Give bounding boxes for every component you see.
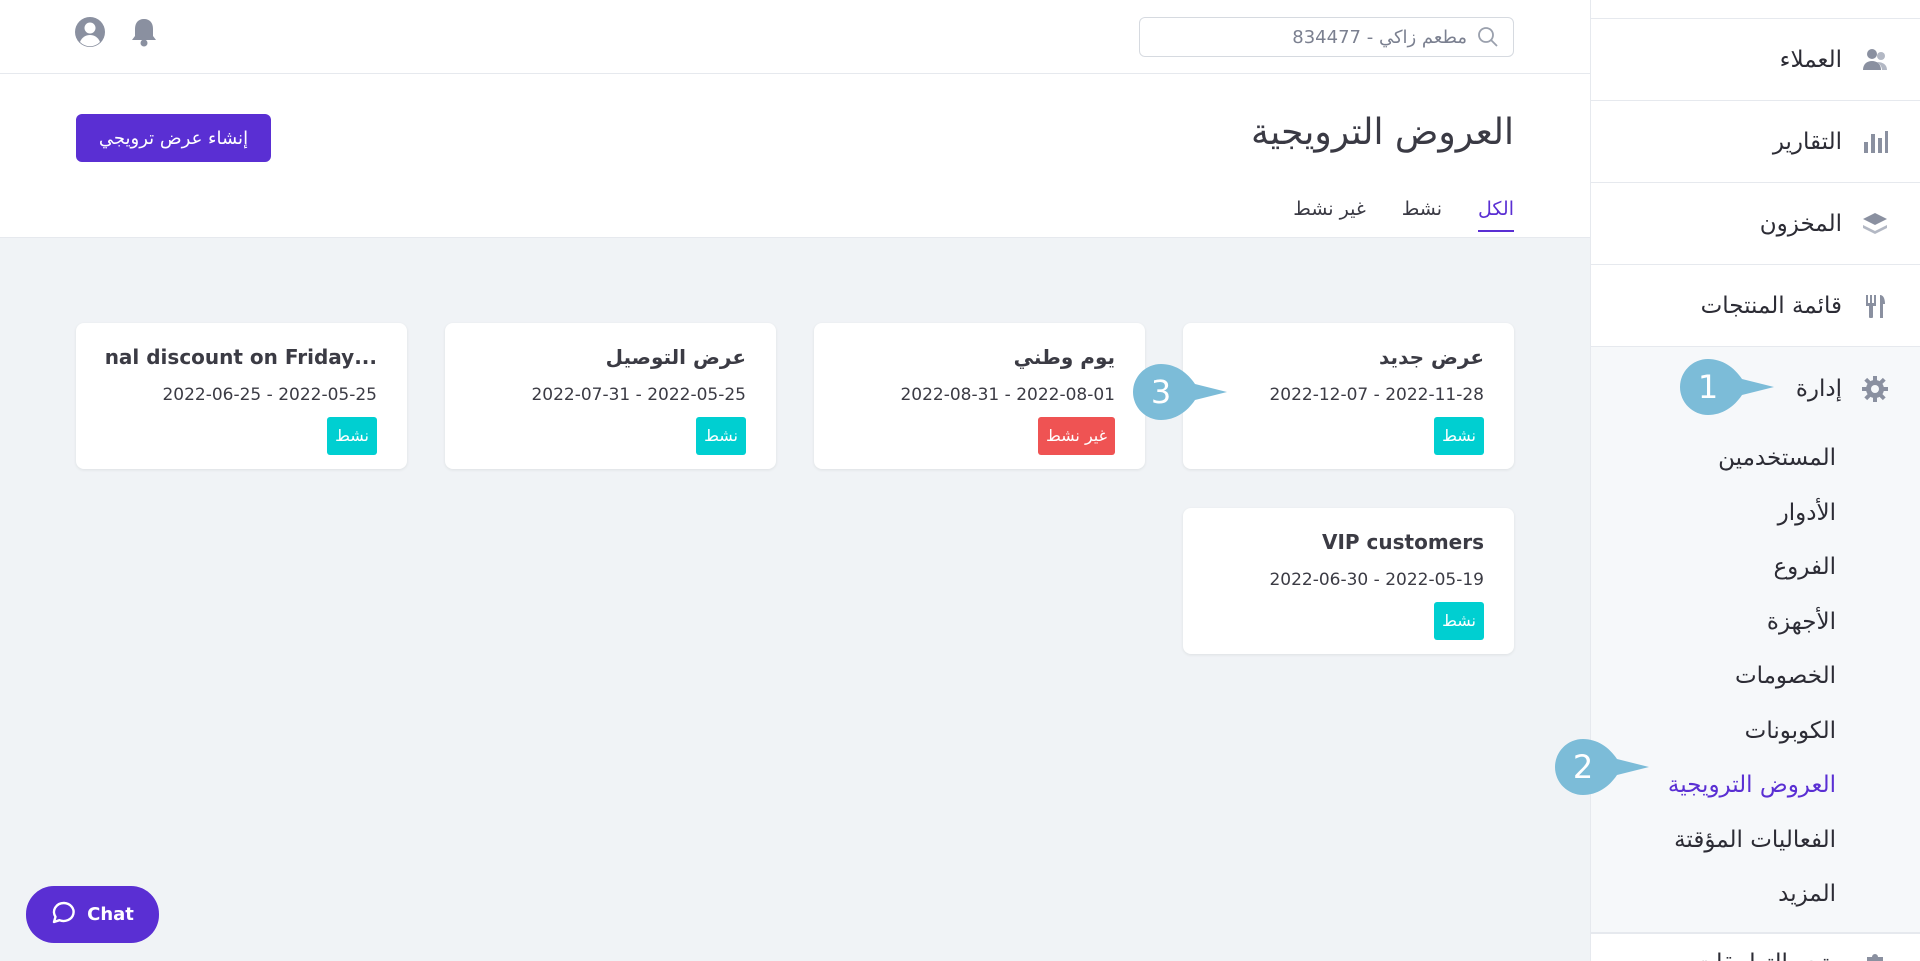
sidebar-subitem-branches[interactable]: الفروع — [1591, 540, 1920, 595]
sidebar-item-inventory[interactable]: المخزون — [1591, 183, 1920, 265]
callout-number: 1 — [1697, 368, 1719, 406]
users-icon — [1858, 43, 1892, 77]
sidebar-item-label: قائمة المنتجات — [1700, 292, 1842, 319]
chat-button[interactable]: Chat — [26, 886, 159, 943]
sidebar-subitem-roles[interactable]: الأدوار — [1591, 486, 1920, 541]
tab-active[interactable]: نشط — [1402, 198, 1442, 232]
search-input[interactable] — [1167, 26, 1467, 48]
sidebar-subitem-more[interactable]: المزيد — [1591, 867, 1920, 922]
tab-all[interactable]: الكل — [1478, 198, 1514, 232]
sidebar: العملاء التقارير المخزون قائمة المنتجات … — [1590, 0, 1920, 961]
page-header: العروض الترويجية إنشاء عرض ترويجي الكل ن… — [0, 74, 1590, 238]
status-badge: نشط — [327, 417, 377, 455]
status-badge: نشط — [1434, 602, 1484, 640]
status-badge: نشط — [1434, 417, 1484, 455]
sidebar-item-label: التقارير — [1772, 128, 1842, 155]
topbar — [0, 0, 1590, 74]
fork-knife-icon — [1858, 289, 1892, 323]
status-badge: نشط — [696, 417, 746, 455]
sidebar-top-divider — [1591, 0, 1920, 19]
promotion-dates: 2022-05-19 - 2022-06-30 — [1269, 570, 1484, 590]
sidebar-item-label: المخزون — [1759, 210, 1842, 237]
search-icon — [1475, 24, 1501, 50]
tab-inactive[interactable]: غير نشط — [1293, 198, 1365, 232]
sidebar-item-label: متجر التطبيقات — [1695, 950, 1843, 961]
callout-3: 3 — [1131, 362, 1227, 422]
status-badge: غير نشط — [1037, 417, 1115, 455]
promotion-title: VIP customers — [1321, 530, 1484, 554]
sidebar-item-app-store[interactable]: متجر التطبيقات — [1591, 932, 1920, 961]
promotion-card[interactable]: عرض التوصيل 2022-05-25 - 2022-07-31 نشط — [445, 323, 776, 469]
callout-1: 1 — [1678, 357, 1774, 417]
status-tabs: الكل نشط غير نشط — [1293, 198, 1514, 232]
promotion-title: عرض جديد — [1379, 345, 1484, 369]
promotion-dates: 2022-08-01 - 2022-08-31 — [900, 385, 1115, 405]
bell-icon[interactable] — [128, 16, 160, 48]
promotion-card[interactable]: VIP customers 2022-05-19 - 2022-06-30 نش… — [1183, 508, 1514, 654]
sidebar-subitem-discounts[interactable]: الخصومات — [1591, 649, 1920, 704]
sidebar-group-title: إدارة — [1795, 376, 1842, 402]
sidebar-item-customers[interactable]: العملاء — [1591, 19, 1920, 101]
callout-number: 2 — [1572, 748, 1594, 786]
chat-bubble-icon — [51, 900, 77, 930]
sidebar-item-menu[interactable]: قائمة المنتجات — [1591, 265, 1920, 347]
promotion-card[interactable]: عرض جديد 2022-11-28 - 2022-12-07 نشط — [1183, 323, 1514, 469]
layers-icon — [1858, 207, 1892, 241]
puzzle-icon — [1858, 946, 1892, 961]
sidebar-subitem-users[interactable]: المستخدمين — [1591, 431, 1920, 486]
callout-2: 2 — [1553, 737, 1649, 797]
promotion-title: يوم وطني — [1013, 345, 1115, 369]
sidebar-group-management: إدارة المستخدمين الأدوار الفروع الأجهزة … — [1591, 347, 1920, 933]
page-title: العروض الترويجية — [1250, 112, 1514, 153]
sidebar-item-label: العملاء — [1779, 46, 1842, 73]
promotion-title: ...sonal discount on Friday — [106, 345, 377, 369]
sidebar-item-reports[interactable]: التقارير — [1591, 101, 1920, 183]
promotion-card[interactable]: يوم وطني 2022-08-01 - 2022-08-31 غير نشط — [814, 323, 1145, 469]
sidebar-subitem-timed-events[interactable]: الفعاليات المؤقتة — [1591, 813, 1920, 868]
sidebar-subitem-devices[interactable]: الأجهزة — [1591, 595, 1920, 650]
chat-label: Chat — [87, 904, 134, 925]
callout-number: 3 — [1150, 373, 1172, 411]
gear-icon — [1858, 372, 1892, 406]
promotion-dates: 2022-11-28 - 2022-12-07 — [1269, 385, 1484, 405]
create-promotion-button[interactable]: إنشاء عرض ترويجي — [76, 114, 271, 162]
promotion-title: عرض التوصيل — [605, 345, 746, 369]
promotion-dates: 2022-05-25 - 2022-06-25 — [162, 385, 377, 405]
branch-search[interactable] — [1139, 17, 1514, 57]
promotion-dates: 2022-05-25 - 2022-07-31 — [531, 385, 746, 405]
user-avatar-icon[interactable] — [74, 16, 106, 48]
bar-chart-icon — [1858, 125, 1892, 159]
promotion-card[interactable]: ...sonal discount on Friday 2022-05-25 -… — [76, 323, 407, 469]
